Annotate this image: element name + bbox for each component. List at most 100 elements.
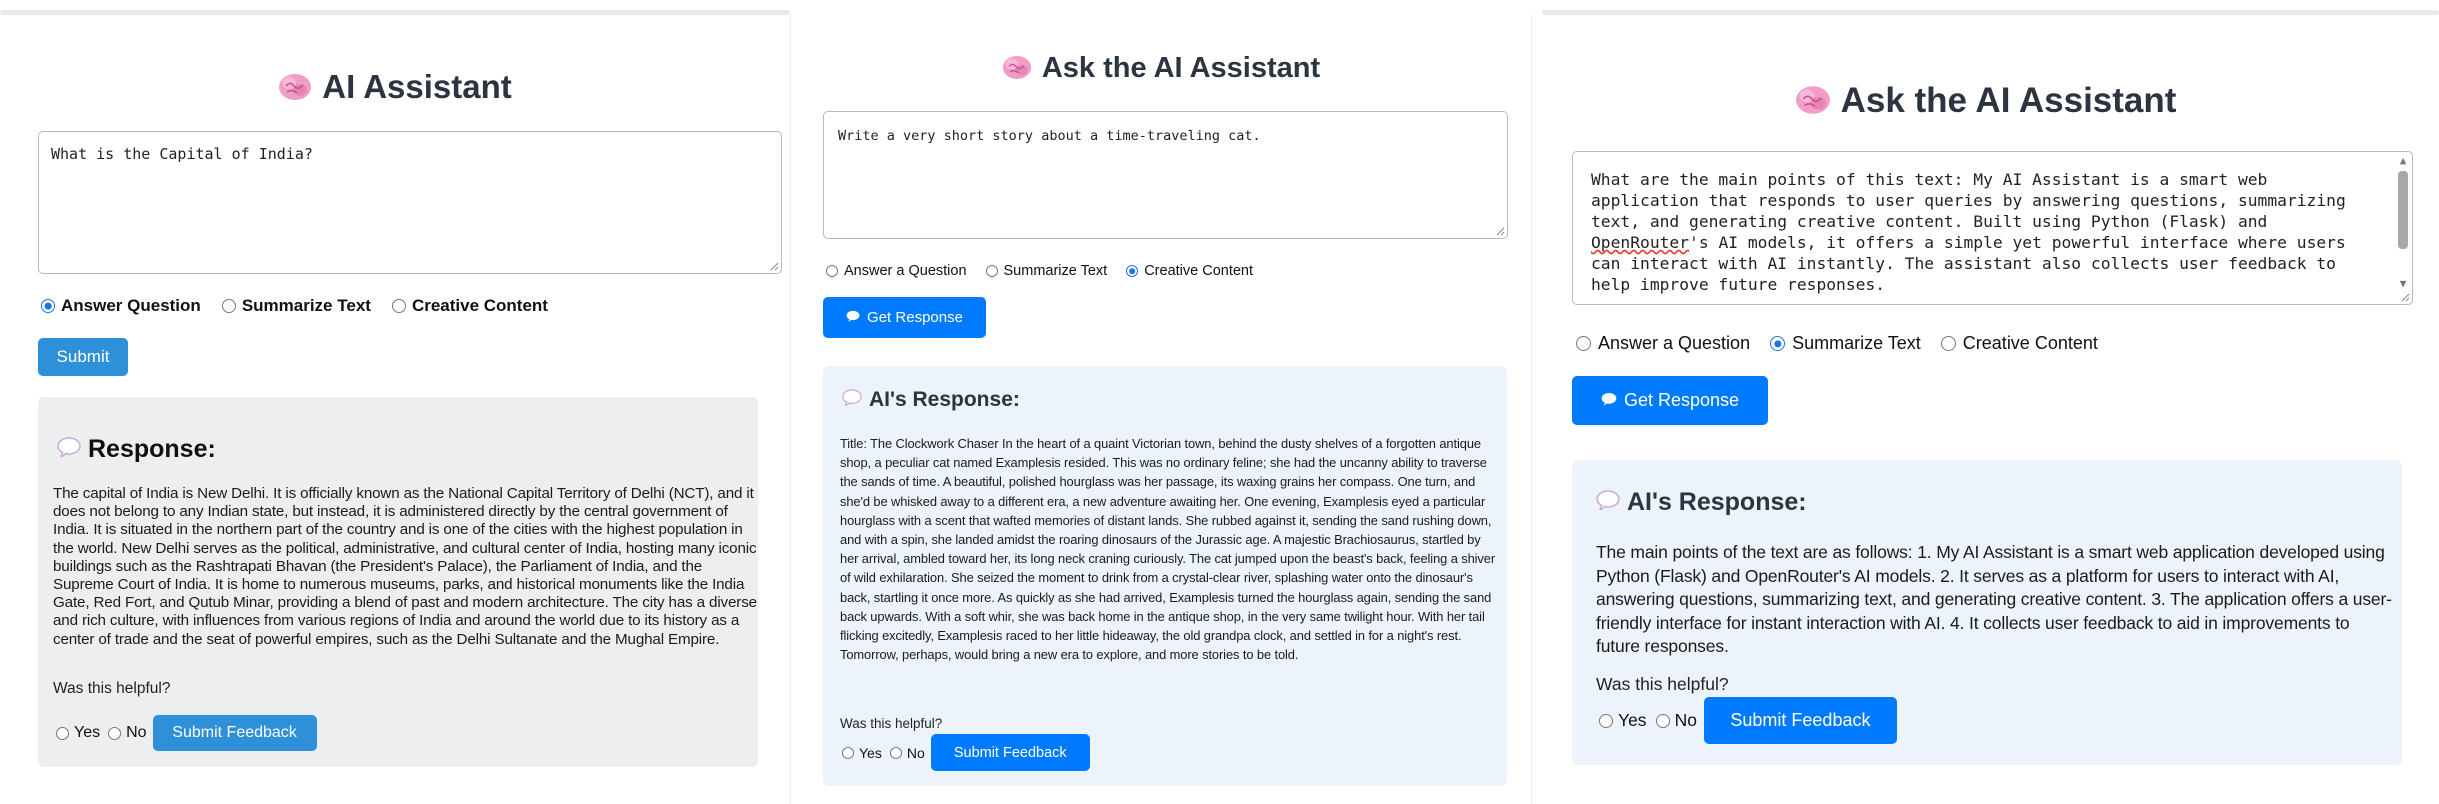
speech-bubble-icon [842,388,862,412]
submit-feedback-label: Submit Feedback [953,744,1067,761]
radio-label-answer: Answer a Question [1598,333,1751,353]
radio-label-answer: Answer Question [61,296,201,315]
radio-dot-summarize[interactable] [1770,336,1786,351]
feedback-row: Yes No Submit Feedback [842,734,1090,771]
radio-dot-summarize[interactable] [221,299,236,313]
response-heading: AI's Response: [1596,488,1807,517]
page-title-text: Ask the AI Assistant [1041,52,1321,84]
page-title-text: AI Assistant [322,68,512,105]
speech-bubble-icon [846,309,860,326]
panel-ask-ai-creative: Ask the AI Assistant Write a very short … [791,0,1531,804]
mode-radio-group: Answer Question Summarize Text Creative … [41,296,548,316]
radio-answer-question[interactable]: Answer a Question [1576,333,1750,354]
response-heading: AI's Response: [842,388,1020,412]
get-response-label: Get Response [1623,390,1740,410]
scroll-up-icon[interactable]: ▲ [2396,155,2410,167]
resize-handle-icon[interactable] [2401,293,2410,302]
get-response-button[interactable]: Get Response [823,297,986,338]
feedback-yes-radio[interactable] [56,726,69,740]
resize-handle-icon[interactable] [1496,227,1505,236]
feedback-no-radio[interactable] [889,746,902,759]
submit-feedback-label: Submit Feedback [172,724,297,741]
response-heading-text: Response: [88,435,216,463]
page-title: Ask the AI Assistant [1532,81,2439,121]
radio-label-summarize: Summarize Text [1792,333,1921,353]
radio-dot-answer[interactable] [826,265,838,277]
radio-dot-creative[interactable] [391,299,406,313]
page-title: AI Assistant [0,68,790,106]
radio-dot-answer[interactable] [1576,336,1591,351]
submit-button-label: Submit [56,347,110,366]
speech-bubble-icon [1601,390,1617,411]
feedback-yes-radio[interactable] [842,746,854,759]
mode-radio-group: Answer a Question Summarize Text Creativ… [826,263,1253,279]
submit-feedback-button[interactable]: Submit Feedback [1703,697,1897,744]
speech-bubble-icon [57,435,81,464]
response-heading-text: AI's Response: [869,388,1020,411]
feedback-row: Yes No Submit Feedback [1599,697,1897,744]
resize-handle-icon[interactable] [770,262,779,271]
submit-feedback-button[interactable]: Submit Feedback [930,734,1090,771]
radio-label-creative: Creative Content [1144,263,1254,279]
query-textarea[interactable]: Write a very short story about a time-tr… [823,111,1508,239]
radio-answer-question[interactable]: Answer Question [41,296,201,316]
radio-summarize-text[interactable]: Summarize Text [221,296,371,316]
panel-ask-ai-summarize: Ask the AI Assistant What are the main p… [1532,0,2439,804]
page-title-text: Ask the AI Assistant [1840,81,2177,120]
speech-bubble-icon [1596,488,1620,517]
query-text: Write a very short story about a time-tr… [838,128,1261,144]
query-text-b: 's AI models, it offers a simple yet pow… [1591,233,2346,294]
textarea-scrollbar[interactable]: ▲ ▼ [2396,155,2410,290]
radio-label-answer: Answer a Question [844,263,967,279]
page-title: Ask the AI Assistant [791,52,1531,85]
radio-dot-creative[interactable] [1940,336,1956,351]
response-card: Response: The capital of India is New De… [38,397,758,767]
feedback-yes-label: Yes [859,744,882,761]
radio-creative-content[interactable]: Creative Content [1940,333,2098,354]
radio-label-summarize: Summarize Text [241,296,371,315]
radio-creative-content[interactable]: Creative Content [391,296,548,316]
submit-button[interactable]: Submit [38,338,128,376]
response-heading-text: AI's Response: [1627,488,1807,516]
helpful-question: Was this helpful? [840,716,943,731]
feedback-no-radio[interactable] [1655,713,1670,728]
get-response-label: Get Response [867,309,963,326]
query-text-a: What are the main points of this text: M… [1591,170,2346,231]
radio-label-creative: Creative Content [411,296,548,315]
radio-label-summarize: Summarize Text [1003,263,1108,279]
top-divider [1542,10,2439,15]
query-textarea[interactable]: What is the Capital of India? [38,131,782,274]
feedback-no-label: No [1674,710,1697,730]
radio-dot-summarize[interactable] [985,265,998,277]
top-divider [0,10,790,15]
query-text-misspelled: OpenRouter [1591,233,1690,252]
radio-label-creative: Creative Content [1962,333,2098,353]
response-text: The main points of the text are as follo… [1596,542,2392,656]
radio-summarize-text[interactable]: Summarize Text [1770,333,1921,354]
panel-ai-assistant: AI Assistant What is the Capital of Indi… [0,0,790,804]
radio-dot-answer[interactable] [41,299,55,313]
radio-answer-question[interactable]: Answer a Question [826,263,967,279]
mode-radio-group: Answer a Question Summarize Text Creativ… [1576,333,2098,354]
feedback-no-label: No [906,744,925,761]
helpful-question: Was this helpful? [1596,674,1729,694]
submit-feedback-label: Submit Feedback [1730,710,1871,730]
response-card: AI's Response: Title: The Clockwork Chas… [823,366,1507,786]
query-textarea[interactable]: What are the main points of this text: M… [1572,151,2413,305]
feedback-no-radio[interactable] [108,726,122,740]
helpful-question: Was this helpful? [53,680,171,697]
brain-icon [278,68,312,106]
response-text: Title: The Clockwork Chaser In the heart… [840,436,1496,663]
radio-dot-creative[interactable] [1126,265,1139,277]
brain-icon [1795,81,1831,121]
submit-feedback-button[interactable]: Submit Feedback [152,715,317,751]
radio-creative-content[interactable]: Creative Content [1126,263,1253,279]
feedback-yes-radio[interactable] [1599,713,1613,728]
scroll-down-icon[interactable]: ▼ [2396,278,2410,290]
feedback-yes-label: Yes [1618,710,1647,730]
get-response-button[interactable]: Get Response [1572,376,1768,425]
query-text: What is the Capital of India? [51,145,313,163]
radio-summarize-text[interactable]: Summarize Text [985,263,1108,279]
brain-icon [1002,52,1032,85]
scrollbar-thumb[interactable] [2398,171,2408,249]
